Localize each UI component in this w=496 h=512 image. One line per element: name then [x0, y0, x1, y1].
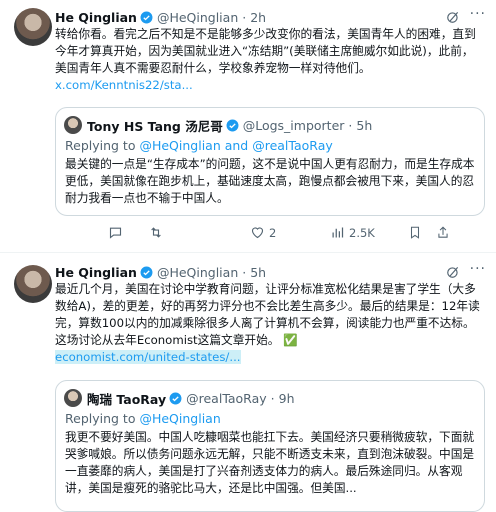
check-mark-icon: ✅	[283, 333, 298, 347]
tweet-2[interactable]: He Qinglian @HeQinglian · 5h ··· 最近几个月，美…	[0, 259, 496, 512]
tweet-text-content: 最近几个月，美国在讨论中学教育问题，让评分标准宽松化结果是害了学生（大多数给A)…	[55, 282, 480, 347]
timestamp[interactable]: 2h	[250, 10, 266, 25]
replying-to: Replying to @HeQinglian	[65, 411, 221, 426]
quote-avatar	[64, 389, 82, 407]
quote-avatar	[64, 116, 82, 134]
separator-dot: ·	[348, 117, 353, 133]
tweet-header: He Qinglian @HeQinglian · 2h	[55, 8, 266, 26]
reply-button[interactable]	[108, 225, 123, 240]
tweet-link[interactable]: x.com/Kenntnis22/sta...	[55, 78, 193, 92]
repost-button[interactable]	[148, 225, 164, 240]
tweet-text: 转给你看。看完之后不知是不是能够多少改变你的看法，美国青年人的困难，直到今年才算…	[55, 26, 480, 94]
quote-header: Tony HS Tang 汤尼哥 @Logs_importer · 5h	[87, 116, 372, 134]
like-button[interactable]: 2	[250, 225, 276, 240]
repost-icon	[151, 227, 161, 238]
quote-author-handle: @Logs_importer	[242, 117, 345, 133]
quote-timestamp: 9h	[278, 390, 295, 406]
share-button[interactable]	[436, 225, 450, 240]
quote-text: 最关键的一点是“生存成本”的问题，这不是说中国人更有忍耐力，而是生存成本更低，美…	[65, 157, 475, 205]
quote-author-name: 陶瑞 TaoRay	[87, 391, 167, 407]
tweet-header: He Qinglian @HeQinglian · 5h	[55, 263, 266, 281]
views-count: 2.5K	[349, 225, 375, 240]
replying-to-handles[interactable]: @HeQinglian and @realTaoRay	[139, 138, 332, 153]
tweet-text: 最近几个月，美国在讨论中学教育问题，让评分标准宽松化结果是害了学生（大多数给A)…	[55, 281, 480, 366]
tweet-link[interactable]: economist.com/united-states/...	[55, 350, 241, 364]
more-options-icon[interactable]: ···	[470, 261, 486, 277]
separator-dot: ·	[242, 264, 247, 280]
quote-timestamp: 5h	[356, 117, 373, 133]
quote-text: 我更不要好美国。中国人吃糠咽菜也能扛下去。美国经济只要稍微疲软，下面就哭爹喊娘。…	[65, 430, 475, 495]
separator-dot: ·	[242, 9, 247, 25]
verified-badge-icon	[226, 119, 239, 131]
bookmark-icon	[410, 226, 420, 239]
quoted-tweet[interactable]: Tony HS Tang 汤尼哥 @Logs_importer · 5h Rep…	[55, 107, 485, 216]
avatar[interactable]	[14, 8, 52, 46]
replying-to-prefix: Replying to	[65, 138, 136, 153]
heart-icon	[251, 227, 264, 239]
separator-dot: ·	[270, 390, 275, 406]
views-button[interactable]: 2.5K	[330, 225, 375, 240]
reply-icon	[109, 227, 122, 239]
verified-badge-icon	[169, 392, 182, 404]
grok-icon[interactable]	[446, 10, 460, 24]
replying-to: Replying to @HeQinglian and @realTaoRay	[65, 138, 333, 153]
tweet-1[interactable]: He Qinglian @HeQinglian · 2h ··· 转给你看。看完…	[0, 0, 496, 252]
views-icon	[332, 227, 344, 238]
author-name[interactable]: He Qinglian	[55, 265, 137, 280]
replying-to-prefix: Replying to	[65, 411, 136, 426]
author-handle[interactable]: @HeQinglian	[157, 265, 238, 280]
author-handle[interactable]: @HeQinglian	[157, 10, 238, 25]
bookmark-button[interactable]	[408, 225, 422, 240]
share-icon	[438, 226, 448, 238]
quote-author-name: Tony HS Tang 汤尼哥	[87, 118, 223, 134]
quoted-tweet[interactable]: 陶瑞 TaoRay @realTaoRay · 9h Replying to @…	[55, 380, 485, 512]
more-options-icon[interactable]: ···	[470, 6, 486, 22]
action-bar: 2 2.5K	[108, 225, 448, 245]
quote-header: 陶瑞 TaoRay @realTaoRay · 9h	[87, 389, 295, 407]
author-name[interactable]: He Qinglian	[55, 10, 137, 25]
like-count: 2	[269, 225, 277, 240]
tweet-divider	[0, 252, 496, 253]
avatar[interactable]	[14, 265, 52, 303]
grok-icon[interactable]	[446, 265, 460, 279]
verified-badge-icon	[140, 11, 153, 23]
timestamp[interactable]: 5h	[250, 265, 266, 280]
tweet-text-content: 转给你看。看完之后不知是不是能够多少改变你的看法，美国青年人的困难，直到今年才算…	[55, 27, 476, 75]
verified-badge-icon	[140, 266, 153, 278]
replying-to-handles[interactable]: @HeQinglian	[139, 411, 220, 426]
quote-author-handle: @realTaoRay	[186, 390, 267, 406]
